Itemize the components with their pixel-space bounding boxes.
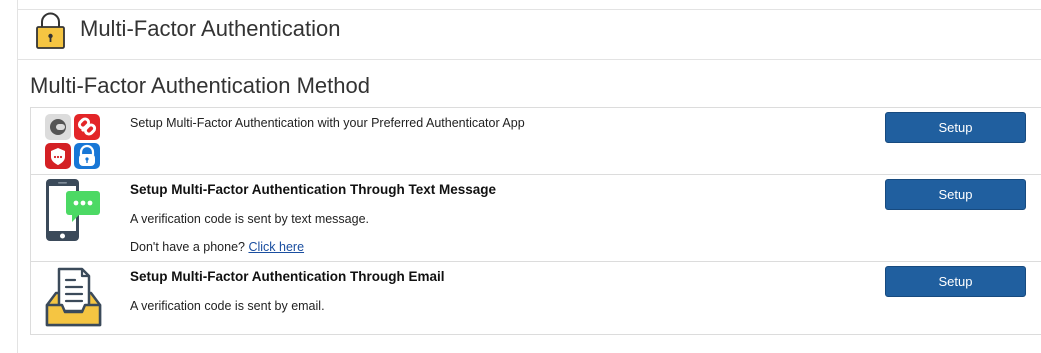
no-phone-line: Don't have a phone? Click here bbox=[130, 240, 304, 254]
setup-authenticator-button[interactable]: Setup bbox=[885, 112, 1026, 143]
method-row-text-message: Setup Multi-Factor Authentication Throug… bbox=[31, 175, 1041, 262]
email-description: A verification code is sent by email. bbox=[130, 299, 325, 313]
click-here-link[interactable]: Click here bbox=[248, 240, 304, 254]
page-title: Multi-Factor Authentication bbox=[80, 16, 341, 41]
text-message-description: A verification code is sent by text mess… bbox=[130, 212, 370, 226]
page-frame: Multi-Factor Authentication Multi-Factor… bbox=[17, 0, 1041, 353]
text-message-label: Setup Multi-Factor Authentication Throug… bbox=[130, 182, 497, 197]
email-inbox-icon bbox=[45, 267, 102, 327]
method-row-authenticator: Setup Multi-Factor Authentication with y… bbox=[31, 108, 1041, 175]
setup-text-message-button[interactable]: Setup bbox=[885, 179, 1026, 210]
page-header: Multi-Factor Authentication bbox=[18, 9, 1041, 60]
lock-icon bbox=[36, 12, 65, 49]
authenticator-apps-icon bbox=[45, 114, 100, 169]
method-row-email: Setup Multi-Factor Authentication Throug… bbox=[31, 262, 1041, 335]
section-title: Multi-Factor Authentication Method bbox=[30, 73, 370, 98]
no-phone-prefix: Don't have a phone? bbox=[130, 240, 245, 254]
mfa-methods-table: Setup Multi-Factor Authentication with y… bbox=[30, 107, 1041, 335]
email-label: Setup Multi-Factor Authentication Throug… bbox=[130, 269, 445, 284]
authenticator-app-label: Setup Multi-Factor Authentication with y… bbox=[130, 116, 525, 130]
setup-email-button[interactable]: Setup bbox=[885, 266, 1026, 297]
phone-sms-icon bbox=[46, 179, 100, 241]
